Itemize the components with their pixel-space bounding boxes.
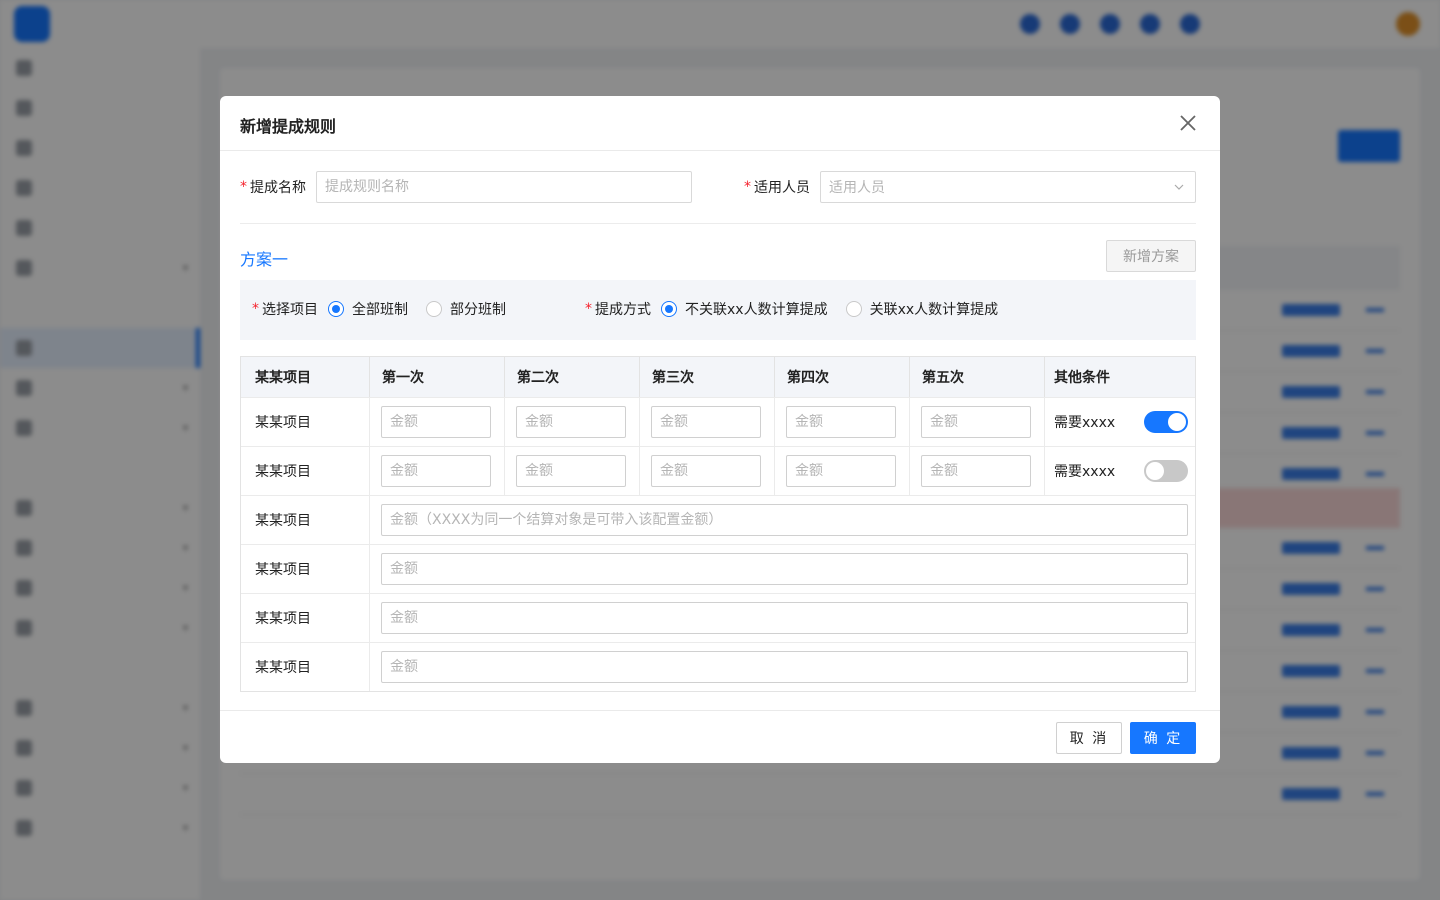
table-row: 某某项目 需要xxxx: [241, 398, 1195, 447]
condition-toggle[interactable]: [1144, 460, 1188, 482]
amount-input-4[interactable]: [786, 406, 896, 438]
commission-name-input[interactable]: [316, 171, 692, 203]
condition-text: 需要xxxx: [1054, 415, 1116, 431]
column-header: 某某项目: [241, 357, 370, 397]
row-label: 某某项目: [241, 545, 370, 593]
method-label: 提成方式: [595, 302, 651, 318]
amount-input-2[interactable]: [516, 406, 626, 438]
dialog-title: 新增提成规则: [240, 117, 337, 136]
row-label: 某某项目: [241, 398, 370, 446]
amount-input-3[interactable]: [651, 406, 761, 438]
options-panel: * 选择项目 全部班制 部分班制 * 提成方式 不关联xx人数计算提成 关联xx…: [240, 280, 1196, 340]
column-header: 其他条件: [1045, 357, 1195, 397]
amount-input-wide[interactable]: [381, 602, 1188, 634]
add-plan-button[interactable]: 新增方案: [1106, 240, 1196, 272]
radio-label: 全部班制: [352, 302, 408, 318]
radio-label: 不关联xx人数计算提成: [685, 302, 828, 318]
amount-input-wide[interactable]: [381, 504, 1188, 536]
staff-select[interactable]: 适用人员: [820, 171, 1196, 203]
project-radio-group: * 选择项目 全部班制 部分班制: [252, 299, 524, 319]
radio-linked[interactable]: 关联xx人数计算提成: [845, 299, 999, 319]
radio-all-shifts[interactable]: 全部班制: [328, 299, 408, 319]
radio-checked-icon: [328, 301, 344, 317]
confirm-button[interactable]: 确 定: [1130, 722, 1196, 754]
amount-input-2[interactable]: [516, 455, 626, 487]
row-label: 某某项目: [241, 643, 370, 691]
radio-unchecked-icon: [845, 301, 862, 317]
required-mark: *: [252, 301, 259, 317]
column-header: 第五次: [910, 357, 1045, 397]
column-header: 第四次: [775, 357, 910, 397]
chevron-down-icon: [1174, 184, 1184, 190]
row-label: 某某项目: [241, 594, 370, 642]
condition-toggle[interactable]: [1144, 411, 1188, 433]
amount-input-wide[interactable]: [381, 651, 1188, 683]
close-icon[interactable]: [1176, 111, 1200, 135]
row-label: 某某项目: [241, 496, 370, 544]
amount-input-4[interactable]: [786, 455, 896, 487]
required-mark: *: [240, 179, 247, 195]
table-row: 某某项目: [241, 496, 1195, 545]
staff-select-placeholder: 适用人员: [829, 180, 885, 196]
divider: [240, 223, 1196, 224]
table-row: 某某项目: [241, 594, 1195, 643]
radio-label: 关联xx人数计算提成: [869, 302, 999, 318]
radio-label: 部分班制: [450, 302, 506, 318]
commission-table: 某某项目 第一次 第二次 第三次 第四次 第五次 其他条件 某某项目 需要xxx…: [240, 356, 1196, 692]
row-label: 某某项目: [241, 447, 370, 495]
method-radio-group: * 提成方式 不关联xx人数计算提成 关联xx人数计算提成: [585, 299, 1016, 319]
amount-input-1[interactable]: [381, 455, 491, 487]
required-mark: *: [744, 179, 751, 195]
condition-text: 需要xxxx: [1054, 464, 1116, 480]
dialog-header: 新增提成规则: [220, 96, 1220, 151]
name-field-row: * 提成名称: [240, 171, 692, 203]
plan-title: 方案一: [240, 250, 289, 269]
required-mark: *: [585, 301, 592, 317]
dialog-footer: 取 消 确 定: [220, 710, 1220, 763]
project-label: 选择项目: [262, 302, 318, 318]
amount-input-1[interactable]: [381, 406, 491, 438]
column-header: 第一次: [370, 357, 505, 397]
column-header: 第二次: [505, 357, 640, 397]
amount-input-wide[interactable]: [381, 553, 1188, 585]
staff-field-row: * 适用人员 适用人员: [744, 171, 1196, 203]
column-header: 第三次: [640, 357, 775, 397]
add-commission-rule-dialog: 新增提成规则 * 提成名称 * 适用人员 适用人员 方案一 新增方案 * 选择项…: [220, 96, 1220, 763]
radio-checked-icon: [661, 301, 677, 317]
radio-not-linked[interactable]: 不关联xx人数计算提成: [661, 299, 828, 319]
radio-partial-shifts[interactable]: 部分班制: [426, 299, 506, 319]
amount-input-5[interactable]: [921, 455, 1031, 487]
table-row: 某某项目: [241, 545, 1195, 594]
radio-unchecked-icon: [426, 301, 442, 317]
table-row: 某某项目 需要xxxx: [241, 447, 1195, 496]
table-header-row: 某某项目 第一次 第二次 第三次 第四次 第五次 其他条件: [241, 357, 1195, 398]
table-row: 某某项目: [241, 643, 1195, 691]
amount-input-3[interactable]: [651, 455, 761, 487]
staff-label: 适用人员: [754, 180, 810, 196]
name-label: 提成名称: [250, 180, 306, 196]
amount-input-5[interactable]: [921, 406, 1031, 438]
cancel-button[interactable]: 取 消: [1056, 722, 1122, 754]
